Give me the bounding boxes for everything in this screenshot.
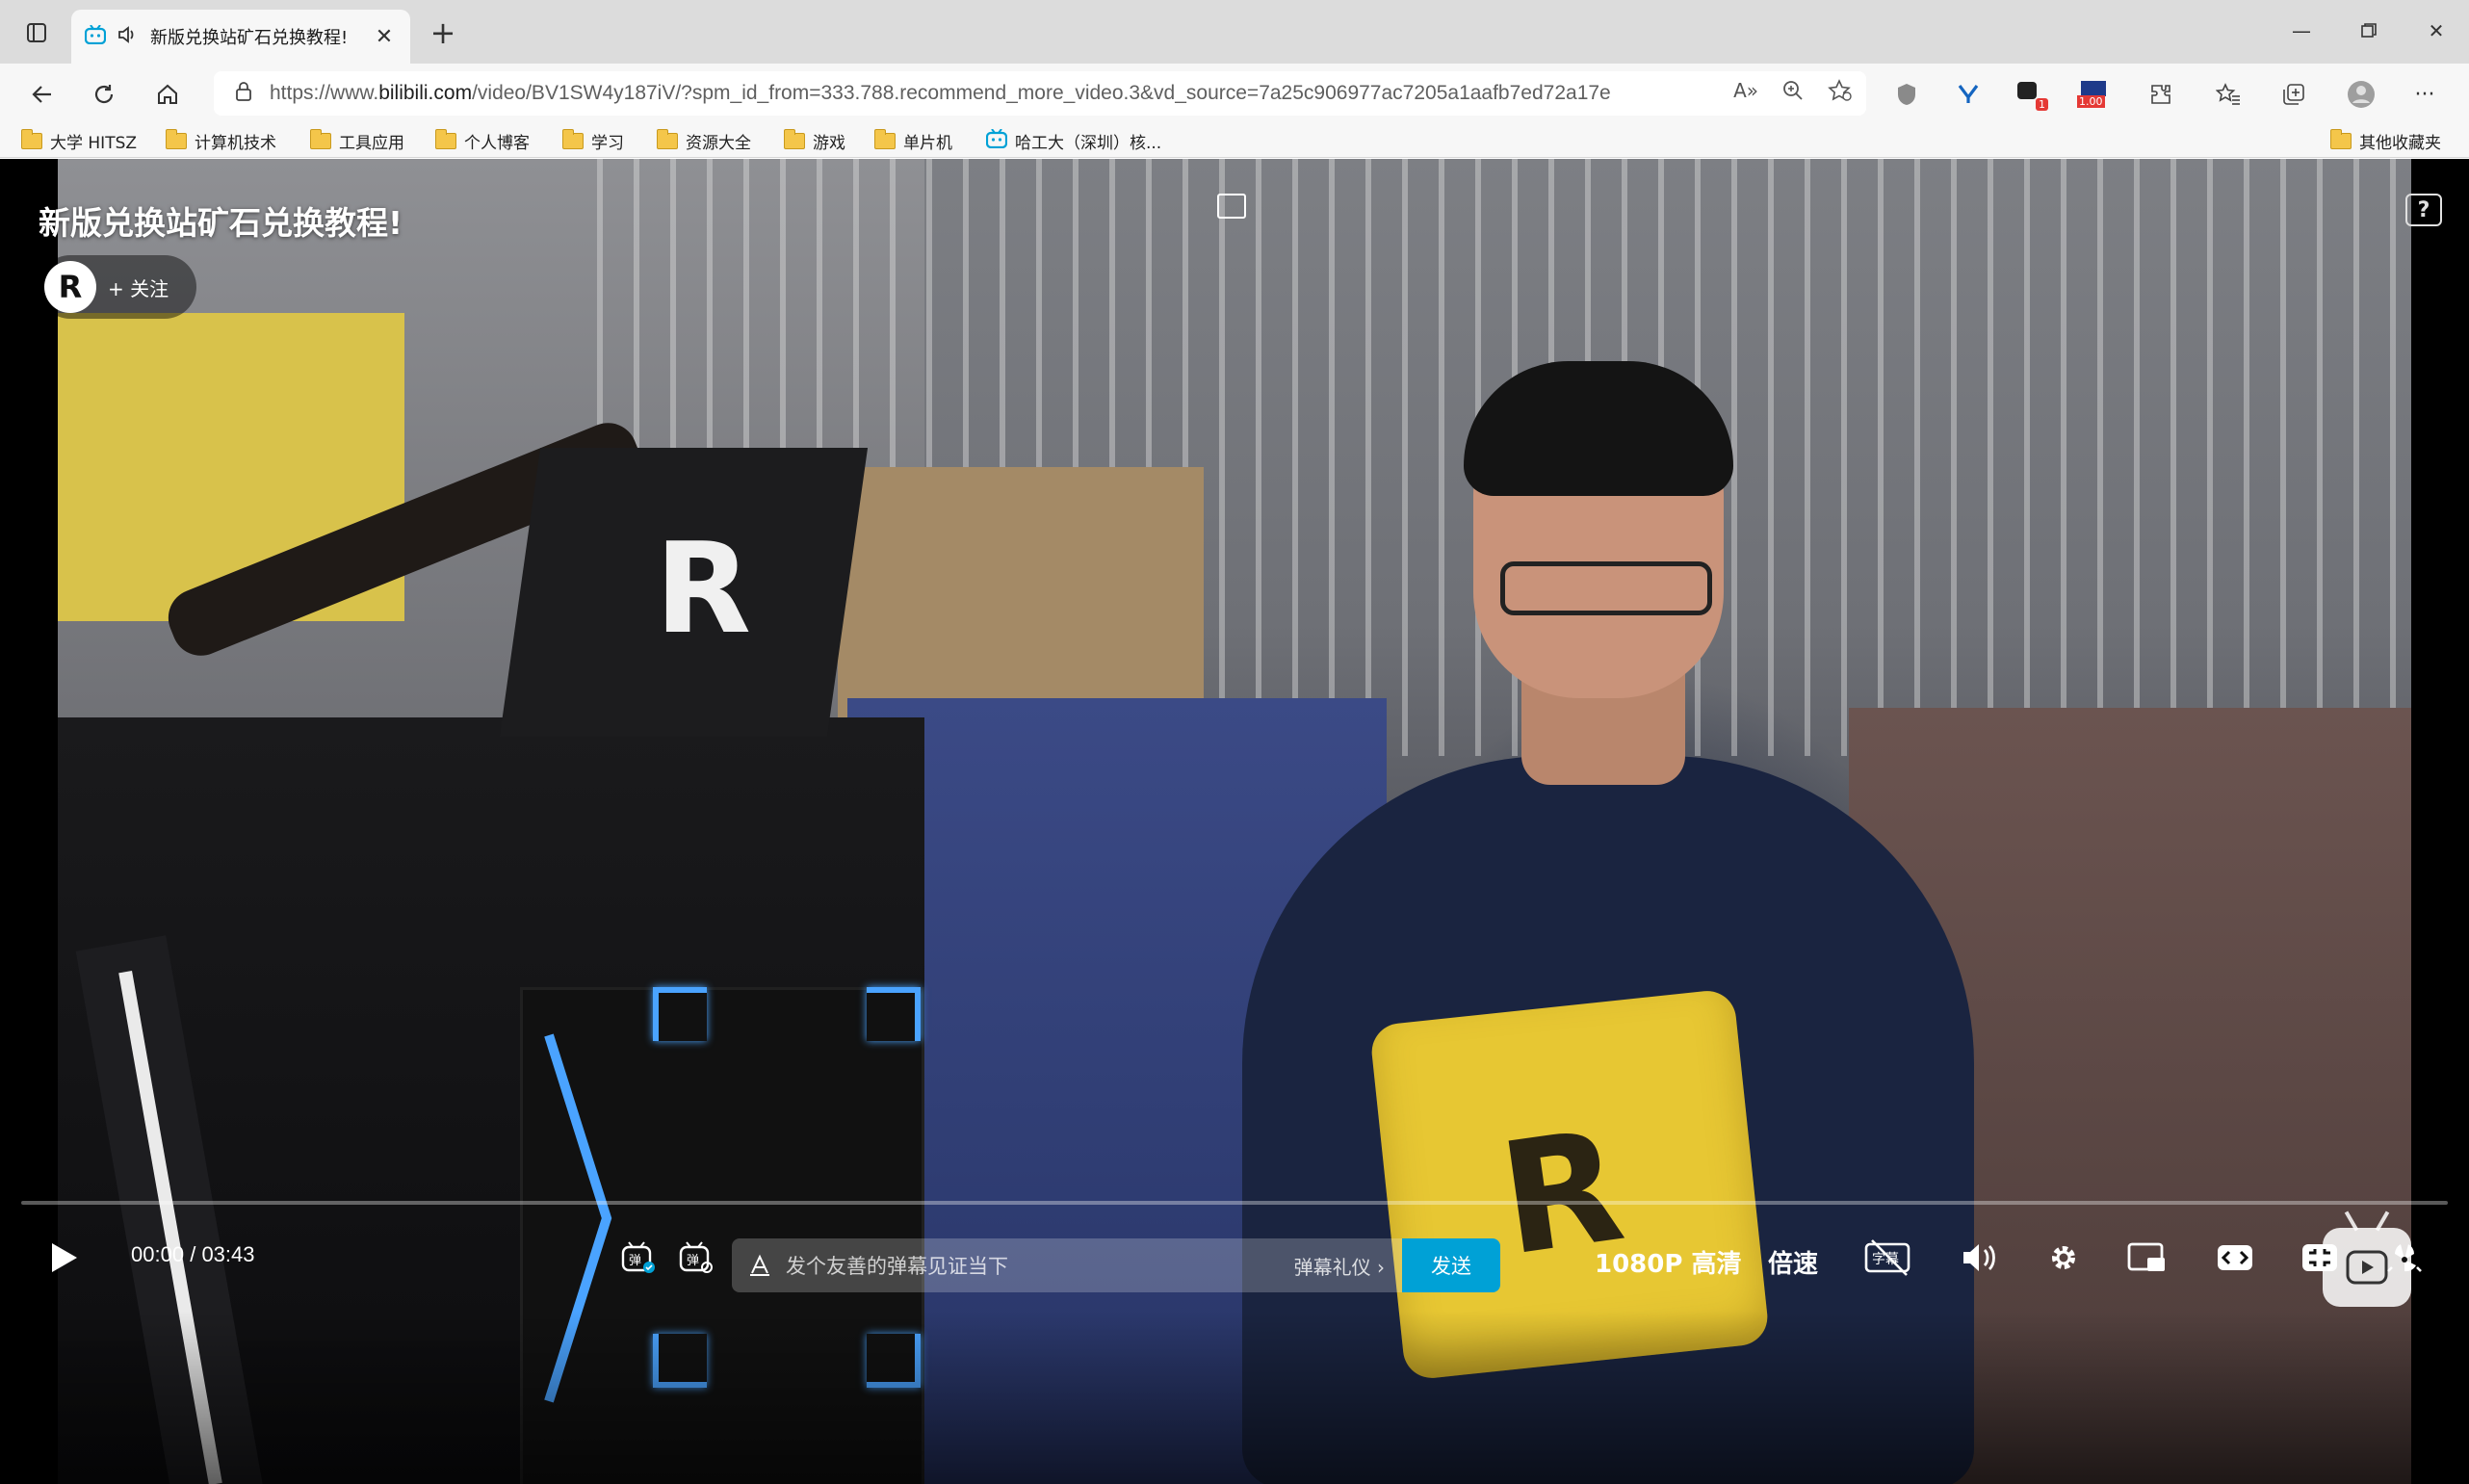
read-aloud-icon[interactable]: A»: [1733, 79, 1758, 106]
minimize-icon[interactable]: —: [2273, 13, 2330, 48]
address-bar[interactable]: https://www.bilibili.com/video/BV1SW4y18…: [214, 71, 1866, 116]
maximize-icon[interactable]: [2340, 13, 2398, 48]
speaker-icon[interactable]: [117, 25, 139, 48]
folder-icon: [874, 128, 896, 149]
send-danmaku-button[interactable]: 发送: [1402, 1238, 1500, 1292]
widescreen-icon[interactable]: [2211, 1231, 2259, 1285]
url-text: https://www.bilibili.com/video/BV1SW4y18…: [270, 82, 1611, 104]
browser-tab-active[interactable]: 新版兑换站矿石兑换教程! ✕: [71, 10, 410, 64]
video-title: 新版兑换站矿石兑换教程!: [39, 204, 403, 242]
folder-icon: [435, 128, 456, 149]
bookmark-label: 其他收藏夹: [2359, 133, 2441, 153]
close-tab-icon[interactable]: ✕: [372, 24, 397, 49]
folder-icon: [562, 128, 584, 149]
navigation-bar: https://www.bilibili.com/video/BV1SW4y18…: [0, 64, 2469, 123]
controls-shade: [0, 1311, 2469, 1484]
folder-icon: [166, 128, 187, 149]
tab-actions-icon[interactable]: [19, 15, 54, 50]
web-fullscreen-icon[interactable]: [2296, 1231, 2344, 1285]
y-extension-icon[interactable]: [1947, 73, 1989, 116]
video-scene-glasses: [1500, 561, 1712, 615]
bookmark-label: 计算机技术: [195, 133, 276, 153]
bookmark-label: 大学 HITSZ: [50, 133, 138, 153]
browser-window: 新版兑换站矿石兑换教程! ✕ + — ✕ https://www.bilibil…: [0, 0, 2469, 1484]
bookmark-label: 工具应用: [339, 133, 404, 153]
mini-player-icon[interactable]: [1217, 194, 1246, 219]
subtitle-off-icon[interactable]: 字幕: [1860, 1231, 1914, 1285]
bookmark-item[interactable]: 哈工大（深圳）核...: [985, 127, 1162, 154]
bookmarks-bar: 大学 HITSZ 计算机技术 工具应用 个人博客 学习 资源大全 游戏 单片机 …: [0, 123, 2469, 158]
new-tab-icon[interactable]: +: [426, 14, 460, 51]
bookmark-item[interactable]: 工具应用: [310, 127, 404, 154]
video-scene-led-corner: [653, 987, 707, 1041]
volume-icon[interactable]: [1955, 1231, 2003, 1285]
play-button[interactable]: [39, 1231, 89, 1285]
svg-text:弹: 弹: [629, 1254, 641, 1268]
collections-icon[interactable]: [2273, 73, 2315, 116]
bookmark-item[interactable]: 单片机: [874, 127, 952, 154]
danmaku-composer: 发个友善的弹幕见证当下 弹幕礼仪 › 发送: [732, 1238, 1500, 1292]
danmaku-etiquette-link[interactable]: 弹幕礼仪 ›: [1294, 1252, 1385, 1280]
help-icon[interactable]: ?: [2405, 194, 2442, 226]
bilibili-favicon-icon: [84, 24, 107, 48]
danmaku-style-icon[interactable]: [747, 1253, 772, 1278]
danmaku-settings-icon[interactable]: 弹: [674, 1231, 716, 1285]
bookmark-item[interactable]: 大学 HITSZ: [21, 127, 137, 154]
zoom-icon[interactable]: [1781, 79, 1805, 106]
picture-in-picture-icon[interactable]: [2122, 1231, 2170, 1285]
bookmark-item[interactable]: 学习: [562, 127, 624, 154]
bookmark-item[interactable]: 个人博客: [435, 127, 530, 154]
other-bookmarks[interactable]: 其他收藏夹: [2330, 127, 2441, 154]
add-favorite-icon[interactable]: [1828, 79, 1853, 106]
bookmark-item[interactable]: 计算机技术: [166, 127, 276, 154]
extensions-puzzle-icon[interactable]: [2140, 73, 2182, 116]
follow-button[interactable]: + 关注: [108, 273, 169, 301]
time-display: 00:00 / 03:43: [131, 1242, 255, 1267]
progress-bar[interactable]: [21, 1201, 2448, 1205]
video-speed-extension-icon[interactable]: 1.00: [2072, 73, 2115, 116]
bookmark-label: 资源大全: [686, 133, 751, 153]
bookmark-label: 个人博客: [464, 133, 530, 153]
bookmark-label: 哈工大（深圳）核...: [1015, 133, 1162, 153]
video-scene-r-logo: R: [655, 515, 752, 662]
current-time: 00:00: [131, 1242, 185, 1266]
danmaku-input[interactable]: 发个友善的弹幕见证当下: [786, 1251, 1294, 1280]
avatar[interactable]: R: [44, 261, 96, 313]
bookmark-item[interactable]: 游戏: [784, 127, 845, 154]
bookmark-label: 单片机: [903, 133, 952, 153]
lock-icon[interactable]: [235, 81, 252, 106]
settings-more-icon[interactable]: ···: [2404, 73, 2446, 116]
folder-icon: [310, 128, 331, 149]
refresh-icon[interactable]: [83, 73, 125, 116]
close-window-icon[interactable]: ✕: [2407, 13, 2465, 48]
svg-text:弹: 弹: [687, 1254, 699, 1268]
folder-icon: [784, 128, 805, 149]
folder-icon: [21, 128, 42, 149]
uploader-chip[interactable]: R + 关注: [39, 255, 196, 319]
time-separator: /: [190, 1242, 196, 1266]
fullscreen-icon[interactable]: [2380, 1231, 2429, 1285]
quality-selector[interactable]: 1080P 高清: [1595, 1244, 1741, 1280]
bookmark-label: 学习: [591, 133, 624, 153]
folder-icon: [657, 128, 678, 149]
playback-speed-button[interactable]: 倍速: [1768, 1244, 1818, 1280]
home-icon[interactable]: [146, 73, 189, 116]
favorites-icon[interactable]: [2207, 73, 2249, 116]
duration: 03:43: [201, 1242, 255, 1266]
extension-badge-icon[interactable]: 1: [2009, 73, 2051, 116]
folder-icon: [2330, 128, 2352, 149]
back-icon[interactable]: [21, 73, 64, 116]
bookmark-label: 游戏: [813, 133, 845, 153]
tab-title: 新版兑换站矿石兑换教程!: [150, 28, 349, 48]
bookmark-item[interactable]: 资源大全: [657, 127, 751, 154]
bilibili-icon: [985, 127, 1008, 153]
shield-extension-icon[interactable]: [1885, 73, 1928, 116]
profile-avatar-icon[interactable]: [2340, 73, 2382, 116]
video-scene-led-corner: [867, 987, 921, 1041]
danmaku-toggle-icon[interactable]: 弹: [616, 1231, 659, 1285]
tab-strip: 新版兑换站矿石兑换教程! ✕ + — ✕: [0, 0, 2469, 64]
settings-gear-icon[interactable]: [2040, 1231, 2088, 1285]
